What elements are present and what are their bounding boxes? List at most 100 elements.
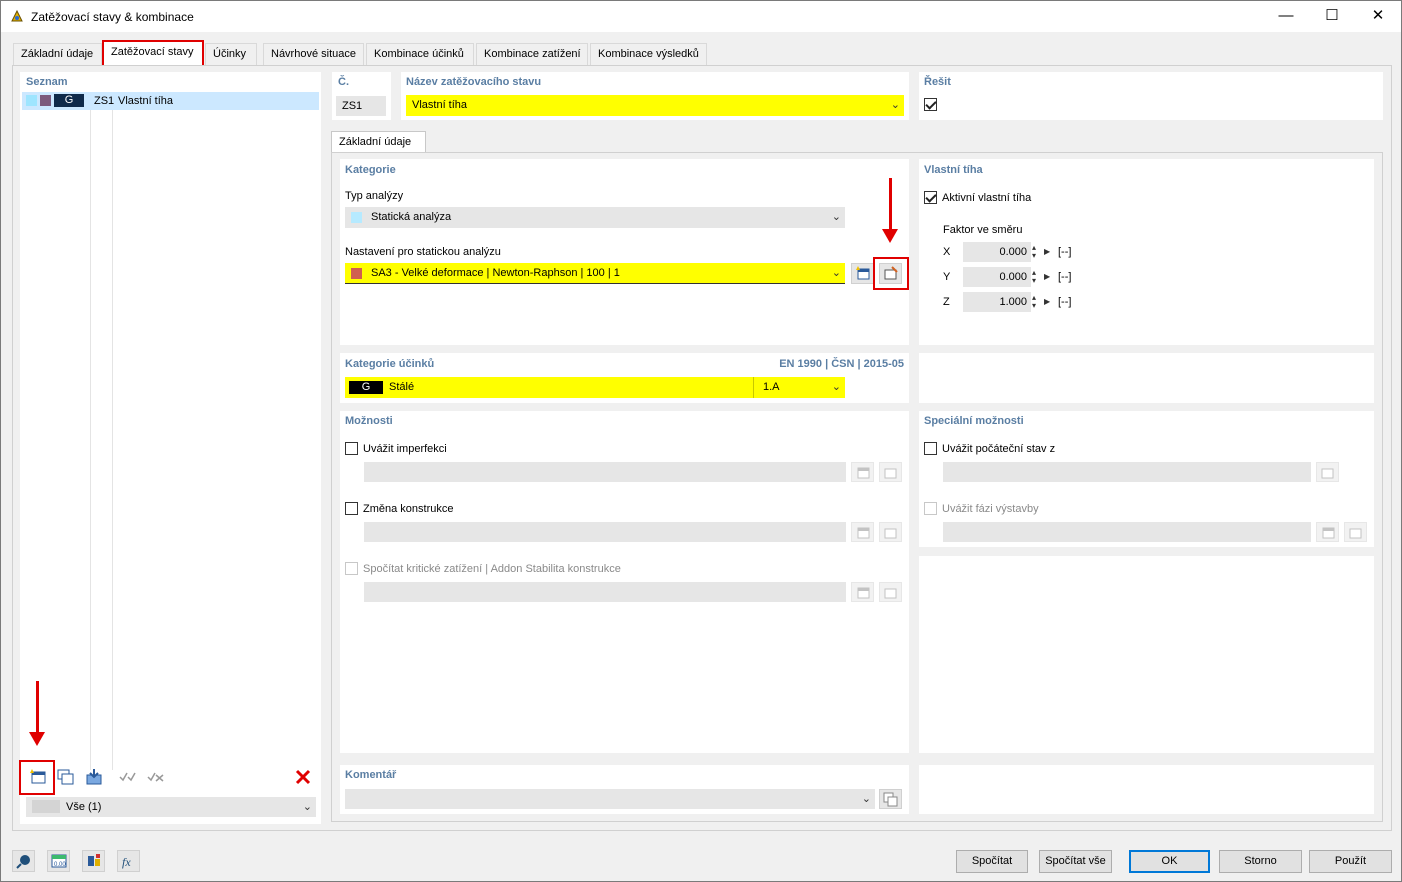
- initial-state-checkbox[interactable]: [924, 442, 937, 455]
- import-button[interactable]: [82, 767, 105, 788]
- tab-navrhove-situace[interactable]: Návrhové situace: [263, 43, 364, 65]
- arrow-right-icon[interactable]: ▶: [1044, 298, 1050, 306]
- comment-library-button[interactable]: [879, 789, 902, 809]
- special-options-panel: Speciální možnosti Uvážit počáteční stav…: [919, 411, 1374, 547]
- tab-zakladni-udaje[interactable]: Základní údaje: [13, 43, 102, 65]
- action-category-badge: G: [349, 381, 383, 394]
- comment-title: Komentář: [345, 769, 397, 781]
- cancel-button[interactable]: Storno: [1219, 850, 1302, 873]
- check-all-button[interactable]: [116, 767, 139, 788]
- color-swatch-purple: [40, 95, 51, 106]
- structure-change-checkbox[interactable]: [345, 502, 358, 515]
- number-field[interactable]: ZS1: [336, 96, 386, 116]
- new-construction-phase-button[interactable]: [1316, 522, 1339, 542]
- arrow-right-icon[interactable]: ▶: [1044, 248, 1050, 256]
- chevron-down-icon: ⌄: [831, 267, 841, 279]
- comment-field[interactable]: ⌄: [345, 789, 875, 809]
- action-category-name: Stálé: [389, 381, 415, 393]
- name-field[interactable]: Vlastní tíha ⌄: [406, 95, 904, 116]
- spin-icon[interactable]: ▴ ▾: [1032, 269, 1036, 285]
- ok-button[interactable]: OK: [1129, 850, 1210, 873]
- structure-change-label: Změna konstrukce: [363, 503, 454, 515]
- factor-z-input[interactable]: 1.000: [963, 292, 1031, 312]
- title-bar: Zatěžovací stavy & kombinace — ☐ ✕: [1, 1, 1401, 32]
- delete-button[interactable]: [291, 767, 314, 788]
- apply-button[interactable]: Použít: [1309, 850, 1392, 873]
- analysis-type-select[interactable]: Statická analýza ⌄: [345, 207, 845, 228]
- edit-imperfection-button[interactable]: [879, 462, 902, 482]
- factor-y-input[interactable]: 0.000: [963, 267, 1031, 287]
- initial-state-select[interactable]: [943, 462, 1311, 482]
- tab-ucinky[interactable]: Účinky: [205, 43, 257, 65]
- list-item[interactable]: G ZS1 Vlastní tíha: [22, 92, 319, 110]
- analysis-type-label: Typ analýzy: [345, 190, 404, 202]
- new-critical-load-button[interactable]: [851, 582, 874, 602]
- action-category-select[interactable]: G Stálé 1.A ⌄: [345, 377, 845, 398]
- dialog-window: Zatěžovací stavy & kombinace — ☐ ✕ Zákla…: [0, 0, 1402, 882]
- critical-load-checkbox[interactable]: [345, 562, 358, 575]
- norm-label: EN 1990 | ČSN | 2015-05: [779, 358, 904, 370]
- decimal-icon: 0.00: [51, 854, 67, 868]
- tab-kombinace-ucinku[interactable]: Kombinace účinků: [366, 43, 474, 65]
- chevron-down-icon: ⌄: [831, 211, 841, 223]
- edit-initial-state-button[interactable]: [1316, 462, 1339, 482]
- active-self-weight-label: Aktivní vlastní tíha: [942, 192, 1032, 204]
- edit-icon: [1349, 528, 1362, 539]
- filter-select[interactable]: Vše (1) ⌄: [26, 797, 316, 817]
- help-button[interactable]: [12, 850, 35, 872]
- imperfection-select[interactable]: [364, 462, 846, 482]
- annotation-new-button-highlight: [19, 760, 55, 795]
- factor-x-input[interactable]: 0.000: [963, 242, 1031, 262]
- critical-load-select[interactable]: [364, 582, 846, 602]
- arrow-right-icon[interactable]: ▶: [1044, 273, 1050, 281]
- filter-swatch: [32, 800, 60, 813]
- list-item-name: Vlastní tíha: [118, 95, 174, 107]
- maximize-button[interactable]: ☐: [1309, 1, 1355, 32]
- edit-critical-load-button[interactable]: [879, 582, 902, 602]
- factor-x-unit: [--]: [1058, 246, 1072, 258]
- structure-change-select[interactable]: [364, 522, 846, 542]
- active-self-weight-checkbox[interactable]: [924, 191, 937, 204]
- display-button[interactable]: [82, 850, 105, 872]
- new-item-icon: [857, 527, 870, 539]
- imperfection-checkbox[interactable]: [345, 442, 358, 455]
- tab-kombinace-zatizeni[interactable]: Kombinace zatížení: [476, 43, 588, 65]
- new-settings-button[interactable]: [851, 263, 874, 284]
- static-settings-select[interactable]: SA3 - Velké deformace | Newton-Raphson |…: [345, 263, 845, 284]
- formula-icon: fx: [122, 855, 131, 869]
- minimize-button[interactable]: —: [1263, 1, 1309, 32]
- static-settings-label: Nastavení pro statickou analýzu: [345, 246, 501, 258]
- new-structure-change-button[interactable]: [851, 522, 874, 542]
- self-weight-panel: Vlastní tíha Aktivní vlastní tíha Faktor…: [919, 159, 1374, 345]
- self-weight-title: Vlastní tíha: [924, 164, 983, 176]
- options-panel: Možnosti Uvážit imperfekci Změna konstru…: [340, 411, 909, 753]
- construction-phase-checkbox[interactable]: [924, 502, 937, 515]
- formula-button[interactable]: fx: [117, 850, 140, 872]
- spin-icon[interactable]: ▴ ▾: [1032, 244, 1036, 260]
- edit-construction-phase-button[interactable]: [1344, 522, 1367, 542]
- list-divider: [90, 110, 91, 770]
- edit-structure-change-button[interactable]: [879, 522, 902, 542]
- calculate-all-button[interactable]: Spočítat vše: [1039, 850, 1112, 873]
- tab-kombinace-vysledku[interactable]: Kombinace výsledků: [590, 43, 707, 65]
- solve-checkbox[interactable]: [924, 98, 937, 111]
- construction-phase-select[interactable]: [943, 522, 1311, 542]
- new-imperfection-button[interactable]: [851, 462, 874, 482]
- annotation-arrowhead: [882, 229, 898, 243]
- solve-label: Řešit: [924, 76, 951, 88]
- calculate-button[interactable]: Spočítat: [956, 850, 1028, 873]
- factor-y-label: Y: [943, 271, 951, 283]
- copy-load-case-button[interactable]: [54, 767, 77, 788]
- spin-icon[interactable]: ▴ ▾: [1032, 294, 1036, 310]
- factor-y-unit: [--]: [1058, 271, 1072, 283]
- analysis-type-swatch: [351, 212, 362, 223]
- uncheck-all-button[interactable]: [144, 767, 167, 788]
- close-button[interactable]: ✕: [1355, 1, 1401, 32]
- annotation-arrow: [889, 178, 892, 230]
- window-title: Zatěžovací stavy & kombinace: [31, 10, 194, 24]
- units-button[interactable]: 0.00: [47, 850, 70, 872]
- empty-panel-comment-right: [919, 765, 1374, 814]
- action-category-title: Kategorie účinků: [345, 358, 435, 370]
- chevron-down-icon: ⌄: [861, 793, 871, 805]
- subtab-zakladni-udaje[interactable]: Základní údaje: [331, 131, 426, 153]
